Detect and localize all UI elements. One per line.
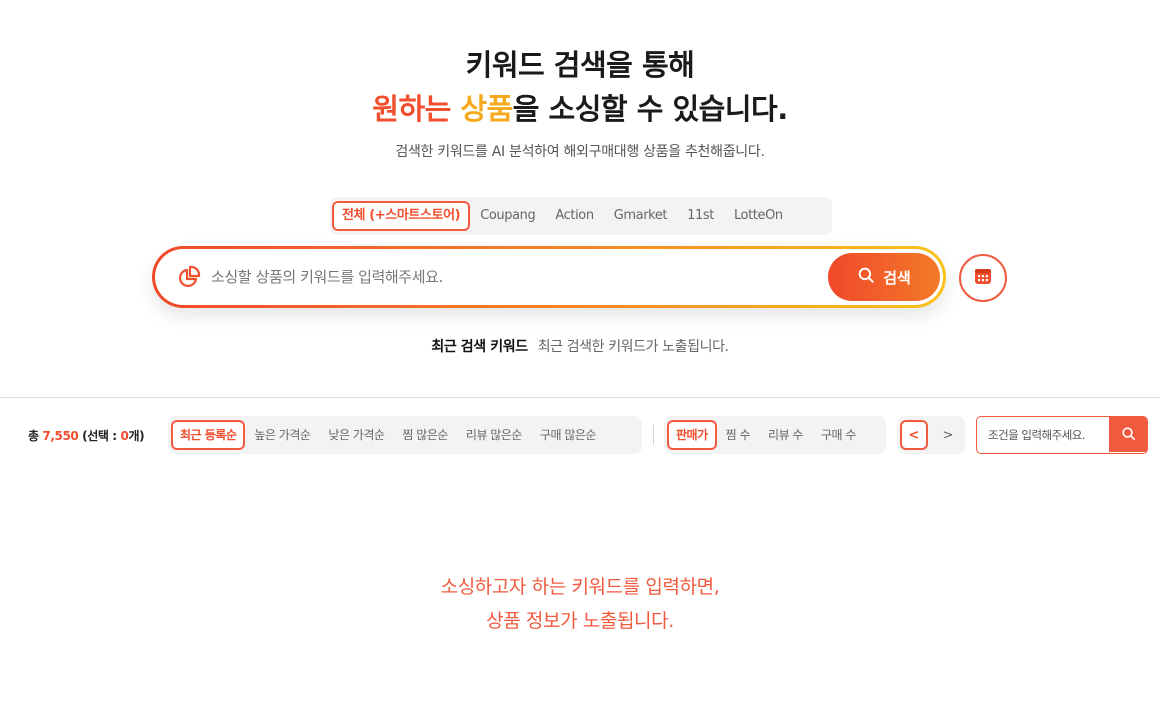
- empty-state-line1: 소싱하고자 하는 키워드를 입력하면,: [440, 576, 720, 598]
- sort-options: 최근 등록순 높은 가격순 낮은 가격순 찜 많은순 리뷰 많은순 구매 많은순: [168, 416, 642, 454]
- total-prefix: 총: [28, 429, 43, 443]
- filter-search-button[interactable]: [1109, 417, 1147, 452]
- selected-prefix: (선택 :: [78, 429, 121, 443]
- sort-most-reviews[interactable]: 리뷰 많은순: [457, 420, 531, 450]
- search-input[interactable]: [211, 259, 811, 295]
- page-subtitle: 검색한 키워드를 AI 분석하여 해외구매대행 상품을 추천해줍니다.: [395, 144, 765, 160]
- title-rest: 을 소싱할 수 있습니다.: [512, 92, 788, 126]
- sort-most-purchases[interactable]: 구매 많은순: [531, 420, 605, 450]
- tab-action[interactable]: Action: [545, 201, 603, 231]
- order-next-button[interactable]: >: [934, 420, 962, 450]
- search-bar-inner: 검색: [155, 249, 943, 305]
- selected-suffix: 개): [128, 429, 145, 443]
- tab-all[interactable]: 전체 (+스마트스토어): [332, 201, 471, 231]
- pie-chart-icon: [177, 265, 201, 289]
- title-highlight-red: 원하는: [372, 92, 461, 126]
- empty-state-line2: 상품 정보가 노출됩니다.: [486, 610, 674, 632]
- order-toggle: < >: [897, 416, 965, 454]
- page-title-line1: 키워드 검색을 통해: [465, 48, 695, 82]
- toolbar-separator: [653, 425, 654, 445]
- order-prev-button[interactable]: <: [900, 420, 928, 450]
- tab-gmarket[interactable]: Gmarket: [604, 201, 677, 231]
- total-count: 총 7,550 (선택 : 0개): [28, 427, 145, 444]
- search-icon: [1121, 426, 1136, 444]
- platform-tabs: 전체 (+스마트스토어) Coupang Action Gmarket 11st…: [330, 197, 832, 235]
- sort-recent[interactable]: 최근 등록순: [171, 420, 246, 450]
- sort-most-likes[interactable]: 찜 많은순: [393, 420, 456, 450]
- metric-purchases[interactable]: 구매 수: [812, 420, 865, 450]
- search-button[interactable]: 검색: [828, 253, 940, 301]
- metric-options: 판매가 찜 수 리뷰 수 구매 수: [664, 416, 886, 454]
- recent-keywords: 최근 검색 키워드 최근 검색한 키워드가 노출됩니다.: [0, 336, 1160, 356]
- search-button-label: 검색: [883, 268, 911, 287]
- total-number: 7,550: [42, 429, 79, 443]
- tab-lotteon[interactable]: LotteOn: [724, 201, 793, 231]
- section-divider: [0, 397, 1160, 398]
- metric-likes[interactable]: 찜 수: [717, 420, 759, 450]
- filter-search: [976, 416, 1148, 454]
- results-toolbar: 총 7,550 (선택 : 0개) 최근 등록순 높은 가격순 낮은 가격순 찜…: [0, 416, 1160, 454]
- calendar-button[interactable]: [959, 254, 1007, 302]
- sort-price-low[interactable]: 낮은 가격순: [319, 420, 393, 450]
- metric-price[interactable]: 판매가: [667, 420, 717, 450]
- recent-keywords-label: 최근 검색 키워드: [431, 339, 528, 355]
- tab-11st[interactable]: 11st: [677, 201, 724, 231]
- page-title-line2: 원하는 상품을 소싱할 수 있습니다.: [0, 86, 1160, 128]
- search-icon: [857, 266, 875, 288]
- tab-coupang[interactable]: Coupang: [470, 201, 545, 231]
- metric-reviews[interactable]: 리뷰 수: [759, 420, 812, 450]
- recent-keywords-description: 최근 검색한 키워드가 노출됩니다.: [537, 339, 729, 355]
- title-highlight-orange: 상품: [460, 92, 513, 126]
- sort-price-high[interactable]: 높은 가격순: [245, 420, 319, 450]
- empty-state-message: 소싱하고자 하는 키워드를 입력하면, 상품 정보가 노출됩니다.: [0, 570, 1160, 638]
- calendar-icon: [973, 266, 993, 290]
- search-bar: 검색: [152, 246, 946, 308]
- filter-input[interactable]: [977, 417, 1110, 452]
